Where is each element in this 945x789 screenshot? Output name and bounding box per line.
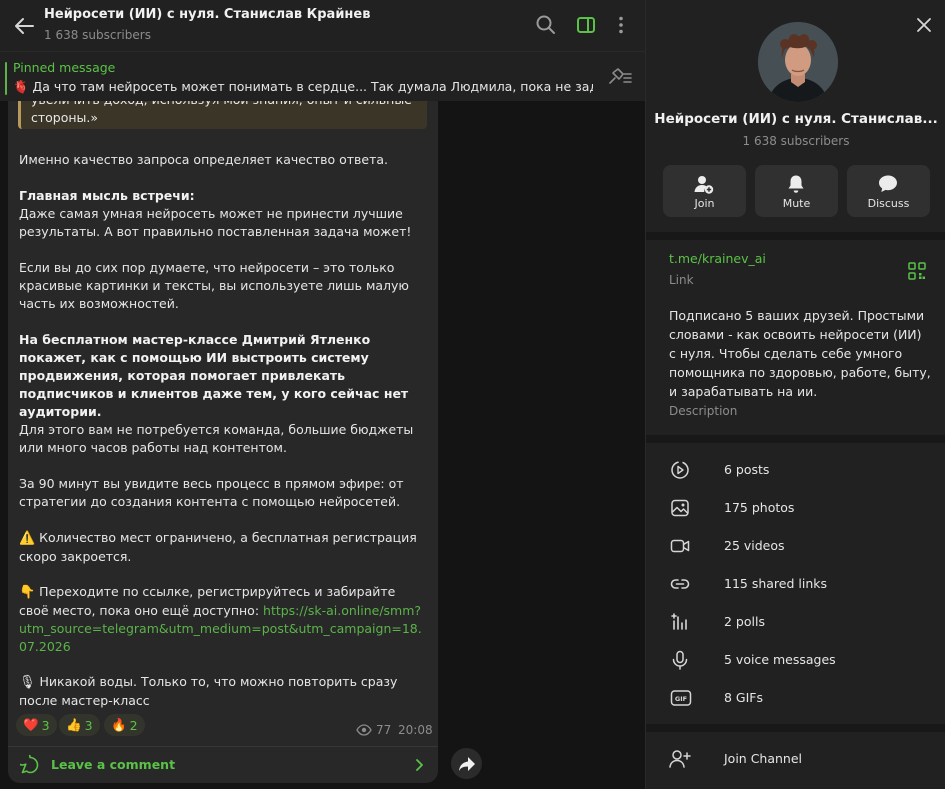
mute-label: Mute	[782, 197, 811, 210]
microphone-icon	[672, 650, 688, 670]
forward-button[interactable]	[451, 748, 482, 779]
discuss-button[interactable]: Discuss	[847, 165, 930, 217]
add-user-icon	[694, 176, 714, 194]
discuss-label: Discuss	[867, 197, 910, 210]
reaction-count: 3	[84, 717, 93, 733]
message-paragraph: 🎙 Никакой воды. Только то, что можно пов…	[19, 673, 427, 710]
join-button[interactable]: Join	[663, 165, 746, 217]
avatar-portrait	[758, 22, 838, 102]
thumbs-up-icon: 👍	[66, 717, 82, 732]
message-paragraph: ⚠️ Количество мест ограничено, а бесплат…	[19, 529, 427, 566]
panel-subscriber-count: 1 638 subscribers	[742, 134, 850, 148]
media-gifs[interactable]: GIF 8 GIFs	[646, 679, 945, 717]
svg-text:GIF: GIF	[675, 695, 687, 703]
chat-header: Нейросети (ИИ) с нуля. Станислав Крайнев…	[0, 0, 645, 51]
reaction-count: 3	[41, 717, 50, 733]
media-videos[interactable]: 25 videos	[646, 527, 945, 565]
section-divider	[646, 435, 945, 443]
voice-messages-label: 5 voice messages	[724, 652, 836, 667]
message-paragraph: На бесплатном мастер-классе Дмитрий Ятле…	[19, 331, 427, 421]
subscriber-count: 1 638 subscribers	[44, 28, 151, 42]
mute-button[interactable]: Mute	[755, 165, 838, 217]
section-divider	[646, 232, 945, 240]
add-user-icon	[669, 750, 691, 768]
pinned-text: 🫀 Да что там нейросеть может понимать в …	[13, 79, 593, 94]
photos-label: 175 photos	[724, 500, 795, 515]
pinned-message-bar[interactable]: Pinned message 🫀 Да что там нейросеть мо…	[0, 51, 645, 101]
comment-icon	[20, 755, 39, 774]
message-paragraph: За 90 минут вы увидите весь процесс в пр…	[19, 476, 404, 509]
link-label: Link	[669, 273, 694, 287]
posts-icon	[671, 461, 689, 479]
message-text: Даже самая умная нейросеть может не прин…	[19, 206, 412, 239]
leave-comment-button[interactable]: Leave a comment	[8, 746, 438, 783]
media-polls[interactable]: 2 polls	[646, 603, 945, 641]
media-photos[interactable]: 175 photos	[646, 489, 945, 527]
join-channel-label: Join Channel	[724, 751, 803, 766]
photo-icon	[671, 499, 689, 517]
pointing-down-icon: 👇	[19, 585, 36, 600]
videos-label: 25 videos	[724, 538, 785, 553]
message-paragraph: Если вы до сих пор думаете, что нейросет…	[19, 260, 409, 311]
eye-icon	[356, 724, 372, 736]
reaction-count: 2	[129, 717, 138, 733]
qr-code-icon[interactable]	[908, 262, 926, 280]
shared-links-label: 115 shared links	[724, 576, 828, 591]
fire-icon: 🔥	[111, 717, 127, 732]
message-text: Количество мест ограничено, а бесплатная…	[19, 530, 417, 564]
panel-channel-title: Нейросети (ИИ) с нуля. Станислав...	[654, 111, 938, 127]
reaction-fire[interactable]: 🔥 2	[104, 714, 145, 736]
channel-link[interactable]: t.me/krainev_ai	[669, 251, 766, 266]
gif-icon: GIF	[670, 690, 692, 706]
message-paragraph: 👇 Переходите по ссылке, регистрируйтесь …	[19, 583, 427, 656]
gifs-label: 8 GIFs	[724, 690, 764, 705]
join-channel-button[interactable]: Join Channel	[646, 740, 945, 778]
message-paragraph: Для этого вам не потребуется команда, бо…	[19, 422, 414, 455]
blockquote: увеличить доход, используя мои знания, о…	[18, 101, 427, 129]
heart-icon: ❤️	[23, 717, 39, 732]
channel-info-panel: Нейросети (ИИ) с нуля. Станислав... 1 63…	[645, 0, 945, 789]
pinned-indicator	[5, 62, 7, 95]
more-options-icon[interactable]	[608, 12, 634, 38]
link-icon	[670, 579, 690, 589]
join-label: Join	[694, 197, 715, 210]
bell-icon	[788, 175, 804, 193]
unpin-list-icon[interactable]	[606, 65, 634, 89]
back-arrow-icon[interactable]	[8, 10, 40, 42]
bold-paragraph: На бесплатном мастер-классе Дмитрий Ятле…	[19, 332, 409, 419]
search-icon[interactable]	[533, 12, 559, 38]
bold-heading: Главная мысль встречи:	[19, 188, 195, 203]
message-bubble: увеличить доход, используя мои знания, о…	[8, 101, 438, 783]
message-paragraph: Главная мысль встречи: Даже самая умная …	[19, 187, 427, 241]
channel-description: Подписано 5 ваших друзей. Простыми слова…	[669, 308, 931, 399]
sidebar-toggle-icon[interactable]	[573, 12, 599, 38]
message-time: 20:08	[398, 723, 433, 737]
reaction-thumbs-up[interactable]: 👍 3	[59, 714, 100, 736]
close-icon[interactable]	[913, 14, 935, 36]
poll-icon	[671, 613, 687, 630]
video-icon	[670, 539, 690, 553]
section-divider	[646, 724, 945, 732]
chevron-right-icon	[416, 759, 423, 771]
forward-arrow-icon	[458, 756, 475, 771]
media-voice-messages[interactable]: 5 voice messages	[646, 641, 945, 679]
description-label: Description	[669, 404, 738, 418]
reaction-heart[interactable]: ❤️ 3	[16, 714, 57, 736]
view-counter: 77	[356, 723, 391, 737]
posts-label: 6 posts	[724, 462, 770, 477]
channel-avatar[interactable]	[758, 22, 838, 102]
media-posts[interactable]: 6 posts	[646, 451, 945, 489]
media-shared-links[interactable]: 115 shared links	[646, 565, 945, 603]
chat-bubble-icon	[879, 175, 897, 192]
message-text: Никакой воды. Только то, что можно повто…	[19, 674, 398, 708]
pinned-title: Pinned message	[13, 60, 116, 75]
channel-title[interactable]: Нейросети (ИИ) с нуля. Станислав Крайнев	[44, 7, 370, 22]
view-count: 77	[376, 723, 392, 737]
polls-label: 2 polls	[724, 614, 765, 629]
message-paragraph: Именно качество запроса определяет качес…	[19, 152, 388, 167]
microphone-emoji-icon: 🎙	[19, 675, 36, 690]
warning-icon: ⚠️	[19, 531, 36, 546]
comment-label: Leave a comment	[51, 757, 176, 772]
chat-area: Нейросети (ИИ) с нуля. Станислав Крайнев…	[0, 0, 645, 789]
